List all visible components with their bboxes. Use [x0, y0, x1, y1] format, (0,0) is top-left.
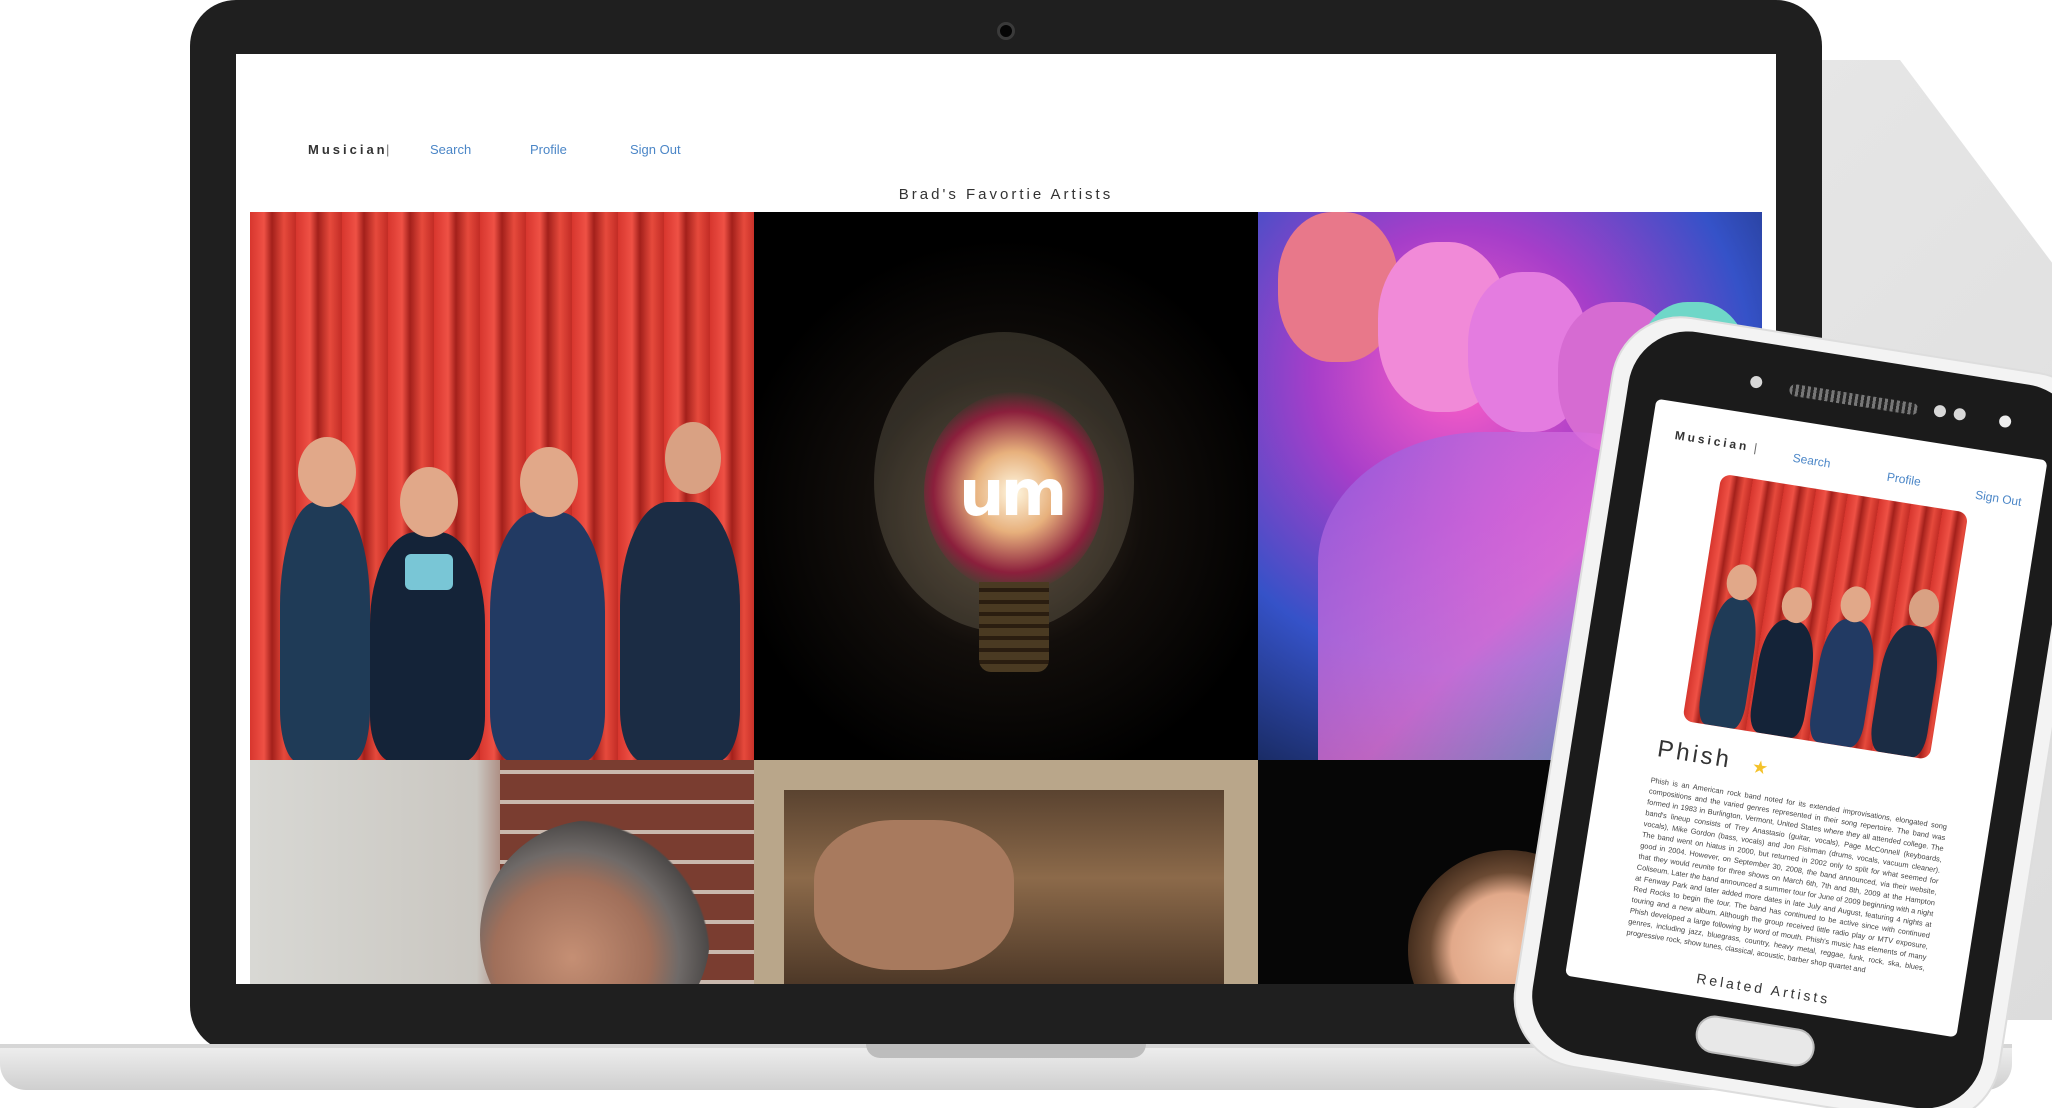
mobile-nav-sign-out-link[interactable]: Sign Out: [1974, 488, 2022, 509]
umphreys-logo-icon: um: [959, 457, 1067, 531]
band-member-figure: [1806, 615, 1880, 749]
band-member-figure: [1747, 616, 1820, 740]
phone-screen: Musician | Search Profile Sign Out Phish…: [1565, 398, 2048, 1038]
band-member-head: [520, 447, 578, 517]
artist-name: Phish: [1655, 735, 1734, 774]
artist-tile-phish[interactable]: [250, 212, 754, 760]
star-icon[interactable]: ★: [1750, 756, 1770, 779]
band-member-figure: [1868, 621, 1944, 759]
front-camera-icon: [1933, 404, 1947, 419]
top-nav: Musician | Search Profile Sign Out: [236, 142, 1776, 172]
nav-separator: |: [386, 142, 390, 157]
band-member-figure: [490, 512, 605, 760]
phone-speaker-grille: [1788, 383, 1919, 416]
light-sensor-icon: [1952, 407, 1967, 422]
brand-logo[interactable]: Musician: [308, 142, 388, 157]
artist-tile-woodworking[interactable]: [754, 760, 1258, 984]
mobile-nav-profile-link[interactable]: Profile: [1886, 470, 1922, 489]
proximity-sensor-icon: [1749, 375, 1764, 389]
nav-profile-link[interactable]: Profile: [530, 142, 567, 157]
mobile-nav-separator: |: [1752, 440, 1759, 455]
page-title: Brad's Favortie Artists: [898, 186, 1114, 203]
nav-search-link[interactable]: Search: [430, 142, 471, 157]
webcam-icon: [997, 22, 1015, 40]
artist-tile-dave-matthews[interactable]: [250, 760, 754, 984]
hand-figure: [814, 820, 1014, 970]
band-member-head: [298, 437, 356, 507]
band-member-figure: [620, 502, 740, 760]
front-camera-lens-icon: [1998, 414, 2013, 429]
home-button[interactable]: [1692, 1012, 1818, 1070]
band-member-figure: [280, 502, 370, 760]
band-member-head: [665, 422, 721, 494]
band-member-head: [1906, 586, 1942, 630]
mobile-nav-search-link[interactable]: Search: [1792, 451, 1832, 471]
artist-photo: [1682, 473, 1969, 760]
mobile-brand-logo[interactable]: Musician: [1674, 428, 1751, 454]
tshirt-graphic: [405, 554, 453, 590]
artist-bio: Phish is an American rock band noted for…: [1625, 775, 1948, 975]
band-member-head: [400, 467, 458, 537]
nav-sign-out-link[interactable]: Sign Out: [630, 142, 681, 157]
laptop-hinge: [866, 1044, 1146, 1058]
artist-tile-umphreys-mcgee[interactable]: um: [754, 212, 1258, 760]
light-bulb-base: [979, 582, 1049, 672]
band-member-head: [1724, 562, 1760, 603]
